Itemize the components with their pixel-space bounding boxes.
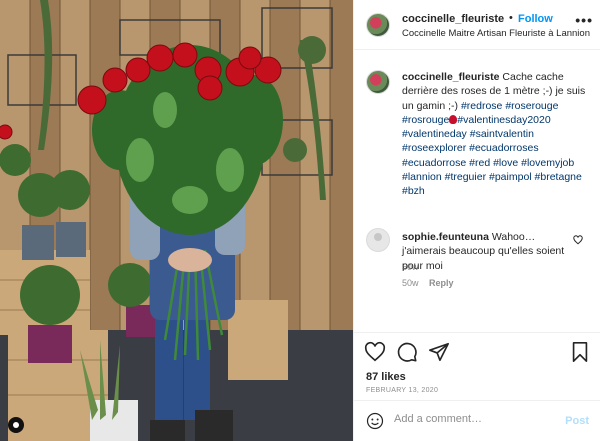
hashtag[interactable]: #lannion — [402, 171, 442, 183]
hashtag[interactable]: #saintvalentin — [470, 128, 534, 140]
tagged-user-icon[interactable] — [8, 417, 24, 433]
hashtag[interactable]: #valentineday — [402, 128, 467, 140]
caption-avatar[interactable] — [366, 70, 390, 94]
comment-body: sophie.feunteuna Wahoo… j'aimerais beauc… — [402, 230, 572, 273]
post-date[interactable]: FEBRUARY 13, 2020 — [366, 387, 438, 394]
hashtag[interactable]: #ecuadorrose — [402, 157, 466, 169]
hashtag[interactable]: #roseexplorer — [402, 142, 466, 154]
follow-button[interactable]: Follow — [518, 13, 553, 25]
more-horizontal-icon[interactable]: ••• — [575, 12, 593, 28]
hashtag[interactable]: #love — [493, 157, 518, 169]
hashtag[interactable]: #ecuadorroses — [469, 142, 538, 154]
bookmark-icon[interactable] — [569, 341, 591, 363]
action-icons — [364, 341, 450, 363]
avatar[interactable] — [366, 13, 390, 37]
post-photo[interactable] — [0, 0, 353, 441]
comment-username[interactable]: sophie.feunteuna — [402, 231, 489, 243]
post-header: coccinelle_fleuriste • Follow Coccinelle… — [354, 0, 600, 50]
post-sidebar: coccinelle_fleuriste • Follow Coccinelle… — [353, 0, 600, 441]
header-username[interactable]: coccinelle_fleuriste — [402, 13, 504, 25]
comment-avatar[interactable] — [366, 228, 390, 252]
emoji-icon[interactable] — [366, 412, 384, 430]
header-separator: • — [509, 12, 513, 24]
hashtag[interactable]: #redrose — [461, 100, 502, 112]
comment-item: sophie.feunteuna Wahoo… j'aimerais beauc… — [354, 228, 600, 298]
likes-count[interactable]: 87 likes — [366, 371, 406, 383]
comment-icon[interactable] — [396, 341, 418, 363]
comment-timestamp[interactable]: 50w — [402, 278, 419, 288]
reply-button[interactable]: Reply — [429, 278, 454, 288]
hashtag[interactable]: #valentinesday2020 — [457, 114, 550, 126]
comment-meta: 50w Reply — [402, 278, 454, 288]
share-icon[interactable] — [428, 341, 450, 363]
location-label[interactable]: Coccinelle Maitre Artisan Fleuriste à La… — [402, 28, 590, 39]
add-comment-bar: Post — [354, 400, 600, 441]
heart-icon[interactable] — [364, 341, 386, 363]
hashtag[interactable]: #roserouge — [505, 100, 558, 112]
hashtag[interactable]: #bzh — [402, 185, 425, 197]
caption: coccinelle_fleuriste Cache cache derrièr… — [402, 70, 592, 199]
hashtag[interactable]: #bretagne — [535, 171, 582, 183]
comment-like-icon[interactable] — [573, 235, 583, 245]
hashtag[interactable]: #rosrouge — [402, 114, 449, 126]
hashtag[interactable]: #lovemyjob — [521, 157, 574, 169]
caption-username[interactable]: coccinelle_fleuriste — [402, 71, 499, 83]
instagram-post: coccinelle_fleuriste • Follow Coccinelle… — [0, 0, 600, 441]
hashtag[interactable]: #paimpol — [489, 171, 532, 183]
add-comment-input[interactable] — [394, 413, 554, 425]
photo-illustration — [0, 0, 353, 441]
hashtag[interactable]: #treguier — [445, 171, 486, 183]
hashtag[interactable]: #red — [469, 157, 490, 169]
post-button[interactable]: Post — [565, 415, 589, 427]
